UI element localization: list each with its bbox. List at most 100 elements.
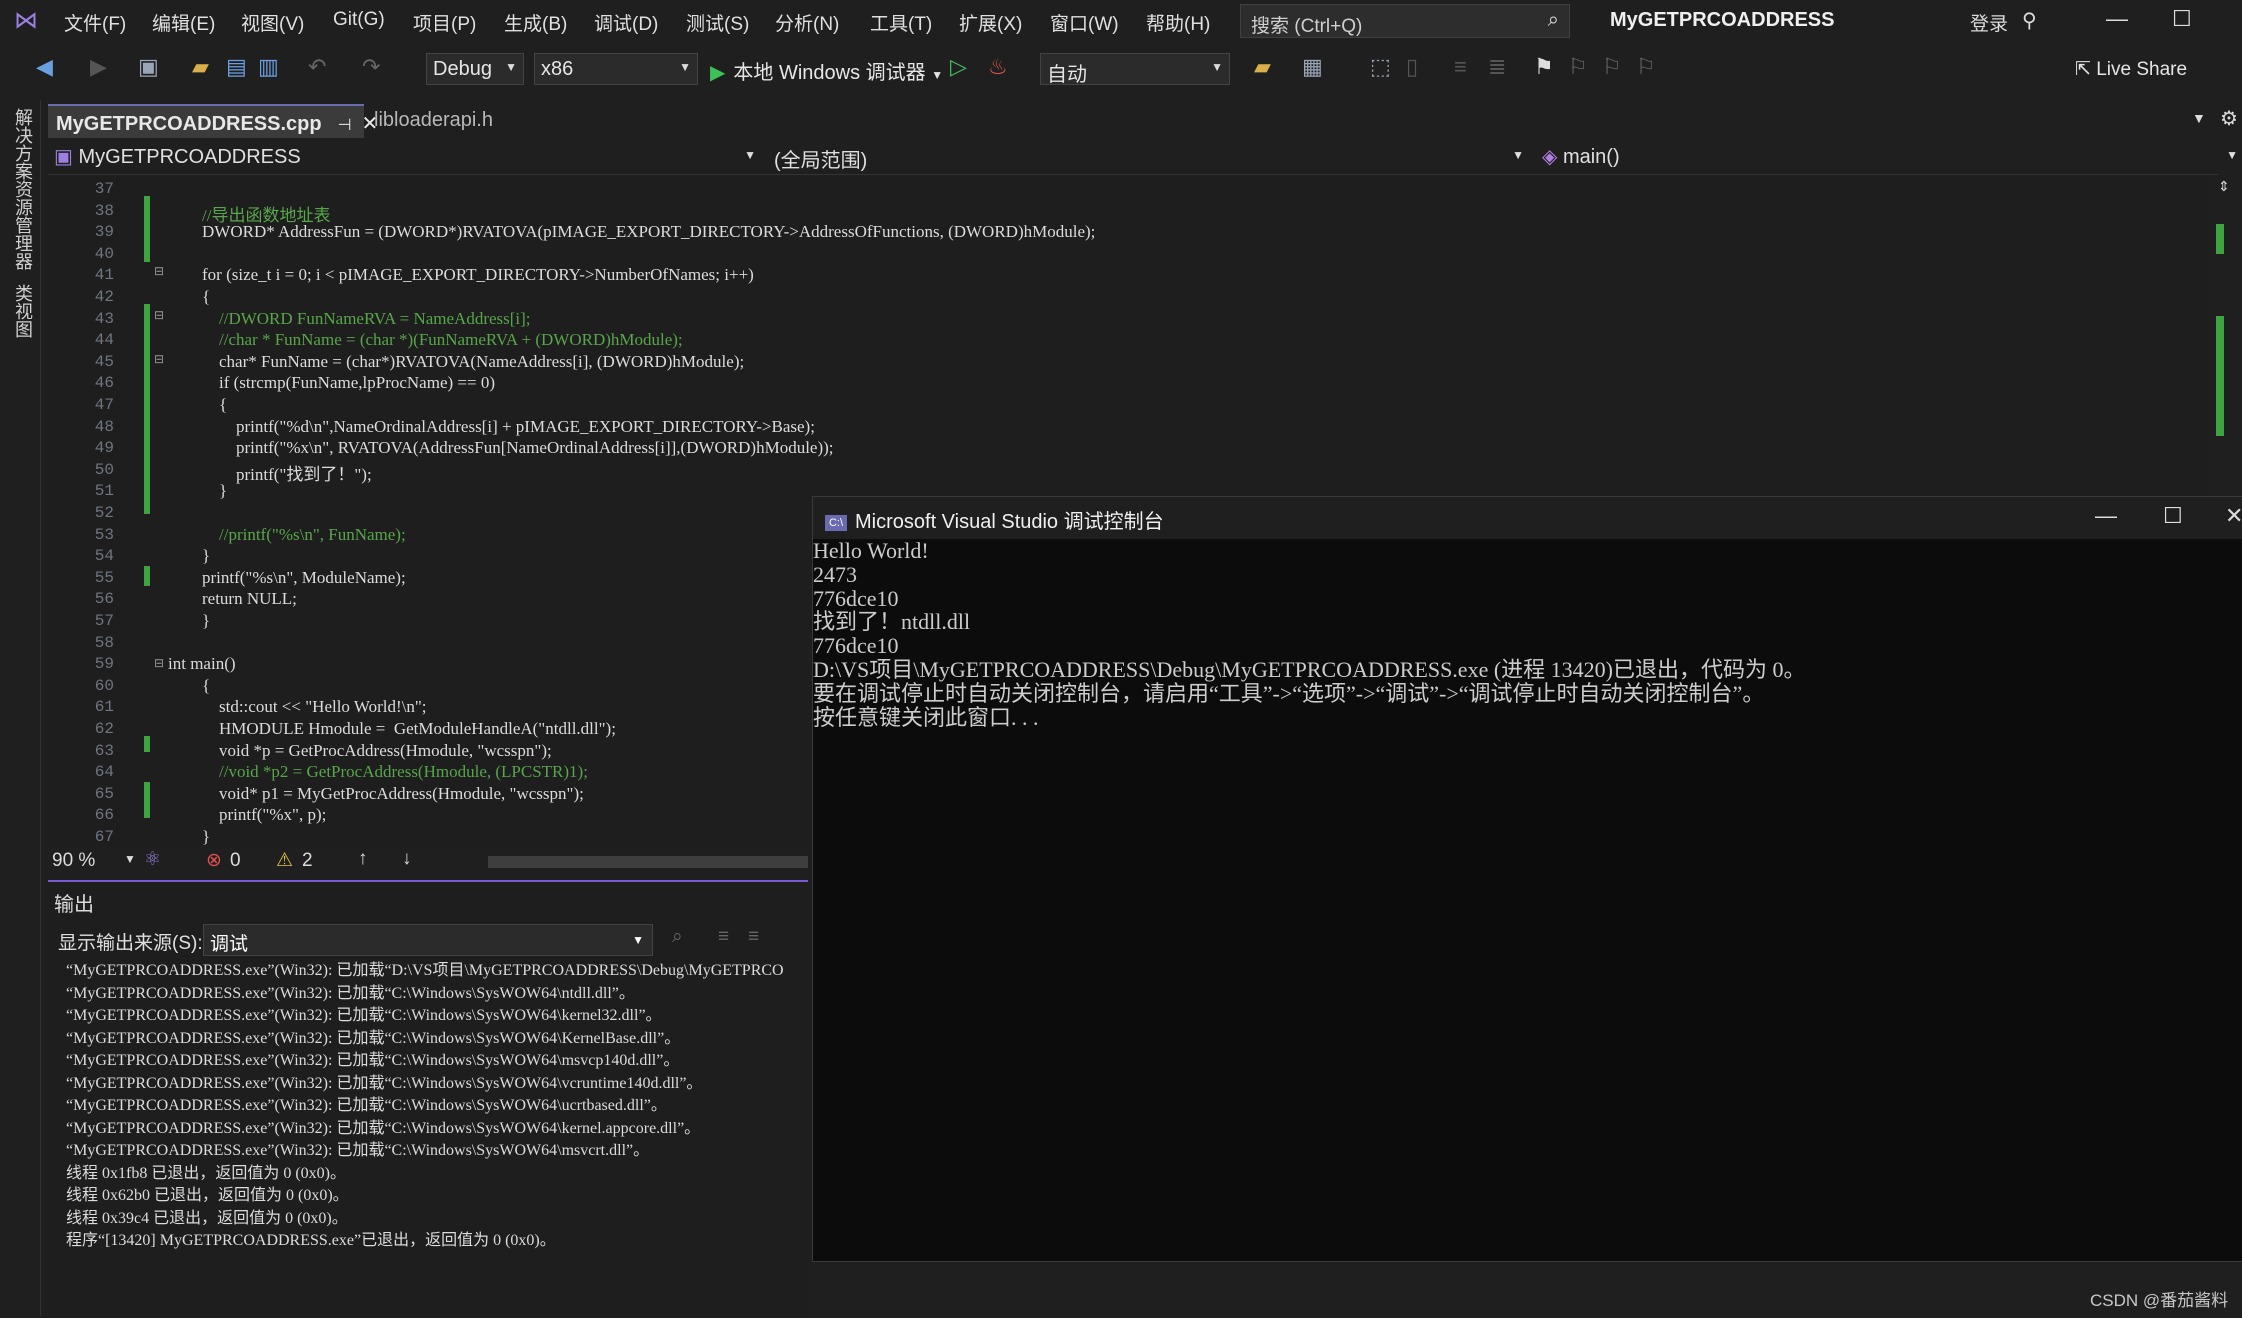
menu-build[interactable]: 生成(B): [504, 9, 567, 36]
menu-tools[interactable]: 工具(T): [870, 9, 932, 36]
chevron-down-icon: ▼: [505, 60, 517, 74]
zoom-level[interactable]: 90 %: [52, 850, 95, 872]
chevron-down-icon: ▼: [1512, 148, 1524, 162]
maximize-icon[interactable]: ☐: [2172, 6, 2192, 32]
console-line: 找到了！ntdll.dll: [813, 609, 971, 635]
chevron-down-icon[interactable]: ▼: [124, 852, 136, 866]
intellicode-icon[interactable]: ⚛: [144, 848, 161, 871]
indent-icon[interactable]: ≡: [1454, 54, 1467, 80]
split-icon[interactable]: ⇕: [2218, 178, 2230, 195]
find-icon[interactable]: ⌕: [672, 926, 683, 948]
new-item-icon[interactable]: ▣: [138, 54, 159, 80]
output-source-select[interactable]: 调试 ▼: [203, 924, 653, 956]
line-number: 46: [94, 374, 114, 393]
fold-icon[interactable]: ⊟: [154, 656, 164, 670]
live-share-button[interactable]: ⇱ Live Share: [2075, 58, 2187, 81]
line-number: 53: [94, 525, 114, 544]
bookmark-clear-icon[interactable]: ⚐: [1636, 54, 1656, 80]
menu-git[interactable]: Git(G): [333, 9, 385, 31]
menu-project[interactable]: 项目(P): [413, 9, 476, 36]
side-tool-strip: 解决方案资源管理器 类视图: [0, 100, 41, 1316]
arrow-up-icon[interactable]: ↑: [358, 848, 368, 870]
pin-icon[interactable]: ⊣: [338, 117, 352, 134]
hot-reload-icon[interactable]: ♨: [988, 54, 1008, 80]
auto-select[interactable]: 自动 ▼: [1040, 53, 1230, 86]
console-line: 2473: [813, 561, 857, 587]
console-line: Hello World!: [813, 538, 929, 563]
menu-debug[interactable]: 调试(D): [594, 9, 658, 36]
code-line: printf("找到了！");: [202, 464, 372, 484]
close-icon[interactable]: ✕: [2225, 503, 2242, 529]
solution-explorer-tab[interactable]: 解决方案资源管理器: [10, 108, 36, 270]
code-line: if (strcmp(FunName,lpProcName) == 0): [202, 373, 495, 393]
open-folder-icon[interactable]: ▰: [192, 54, 209, 80]
warning-icon[interactable]: ⚠: [276, 849, 293, 872]
undo-icon[interactable]: ↶: [308, 54, 326, 80]
menu-edit[interactable]: 编辑(E): [152, 9, 215, 36]
code-line: HMODULE Hmodule = GetModuleHandleA("ntdl…: [202, 719, 616, 738]
horizontal-scrollbar[interactable]: [488, 856, 808, 868]
project-icon: ▣: [54, 146, 79, 168]
menu-help[interactable]: 帮助(H): [1146, 9, 1210, 36]
chevron-down-icon: ▼: [1211, 60, 1223, 74]
line-number: 47: [94, 396, 114, 414]
fold-icon[interactable]: ⊟: [154, 264, 164, 278]
visual-studio-logo-icon[interactable]: ⋈: [14, 6, 38, 35]
start-without-debugging-icon[interactable]: ▷: [950, 54, 967, 80]
play-icon: ▶: [710, 62, 726, 84]
prev-message-icon[interactable]: ≡: [718, 926, 729, 948]
menu-file[interactable]: 文件(F): [64, 9, 126, 36]
comment-icon[interactable]: ≣: [1488, 54, 1506, 80]
minimize-icon[interactable]: —: [2095, 503, 2117, 529]
warning-count[interactable]: 2: [302, 850, 313, 872]
scope-dropdown[interactable]: (全局范围) ▼: [768, 140, 1532, 172]
menu-window[interactable]: 窗口(W): [1050, 9, 1119, 36]
account-icon[interactable]: ⚲: [2022, 8, 2037, 33]
login-link[interactable]: 登录: [1970, 9, 2008, 36]
error-count[interactable]: 0: [230, 850, 241, 872]
tab-list-icon[interactable]: ▼: [2192, 110, 2206, 126]
fold-icon[interactable]: ⊟: [154, 352, 164, 366]
menu-extensions[interactable]: 扩展(X): [959, 9, 1022, 36]
error-icon[interactable]: ⊗: [206, 849, 222, 872]
forward-icon[interactable]: ▶: [90, 54, 107, 80]
minimize-icon[interactable]: —: [2106, 6, 2128, 32]
next-message-icon[interactable]: ≡: [748, 926, 759, 948]
debug-console-window[interactable]: C:\ Microsoft Visual Studio 调试控制台 — ☐ ✕ H…: [812, 496, 2242, 1262]
back-icon[interactable]: ◀: [36, 54, 53, 80]
output-line: “MyGETPRCOADDRESS.exe”(Win32): 已加载“C:\Wi…: [66, 1119, 701, 1137]
cursor-icon[interactable]: ⬚: [1370, 54, 1391, 80]
class-view-tab[interactable]: 类视图: [10, 284, 36, 338]
platform-select[interactable]: x86 ▼: [534, 53, 698, 85]
tab-label: MyGETPRCOADDRESS.cpp: [56, 113, 322, 135]
layout-icon[interactable]: ▦: [1302, 54, 1323, 80]
tab-label: libloaderapi.h: [374, 109, 493, 131]
tab-main-cpp[interactable]: MyGETPRCOADDRESS.cpp ⊣ ✕: [48, 104, 378, 138]
search-box[interactable]: 搜索 (Ctrl+Q) ⌕: [1240, 4, 1570, 38]
tab-libloaderapi[interactable]: libloaderapi.h: [366, 104, 602, 138]
bookmark-prev-icon[interactable]: ⚐: [1568, 54, 1588, 80]
project-dropdown[interactable]: ▣ MyGETPRCOADDRESS ▼: [48, 140, 764, 172]
output-line: “MyGETPRCOADDRESS.exe”(Win32): 已加载“C:\Wi…: [66, 1097, 667, 1114]
menu-view[interactable]: 视图(V): [241, 9, 304, 36]
member-dropdown[interactable]: ◈ main() ▼: [1536, 140, 2242, 172]
gear-icon[interactable]: ⚙: [2220, 106, 2238, 131]
window-title: MyGETPRCOADDRESS: [1610, 9, 1835, 31]
fold-icon[interactable]: ⊟: [154, 308, 164, 322]
save-all-icon[interactable]: ▥: [258, 54, 279, 80]
change-marker: [144, 782, 150, 818]
configuration-select[interactable]: Debug ▼: [426, 53, 524, 85]
menu-test[interactable]: 测试(S): [686, 9, 749, 36]
bookmark-icon[interactable]: ⚑: [1534, 54, 1554, 80]
menu-analyze[interactable]: 分析(N): [775, 9, 839, 36]
arrow-down-icon[interactable]: ↓: [402, 848, 412, 870]
bookmark-next-icon[interactable]: ⚐: [1602, 54, 1622, 80]
format-icon[interactable]: ▯: [1406, 54, 1418, 80]
redo-icon[interactable]: ↷: [362, 54, 380, 80]
start-debugging-button[interactable]: ▶ 本地 Windows 调试器 ▼: [710, 56, 943, 85]
save-icon[interactable]: ▤: [226, 54, 247, 80]
console-title-bar[interactable]: C:\ Microsoft Visual Studio 调试控制台 — ☐ ✕: [813, 497, 2242, 539]
maximize-icon[interactable]: ☐: [2163, 503, 2183, 529]
folder-icon[interactable]: ▰: [1254, 54, 1271, 80]
line-number: 57: [94, 612, 114, 630]
